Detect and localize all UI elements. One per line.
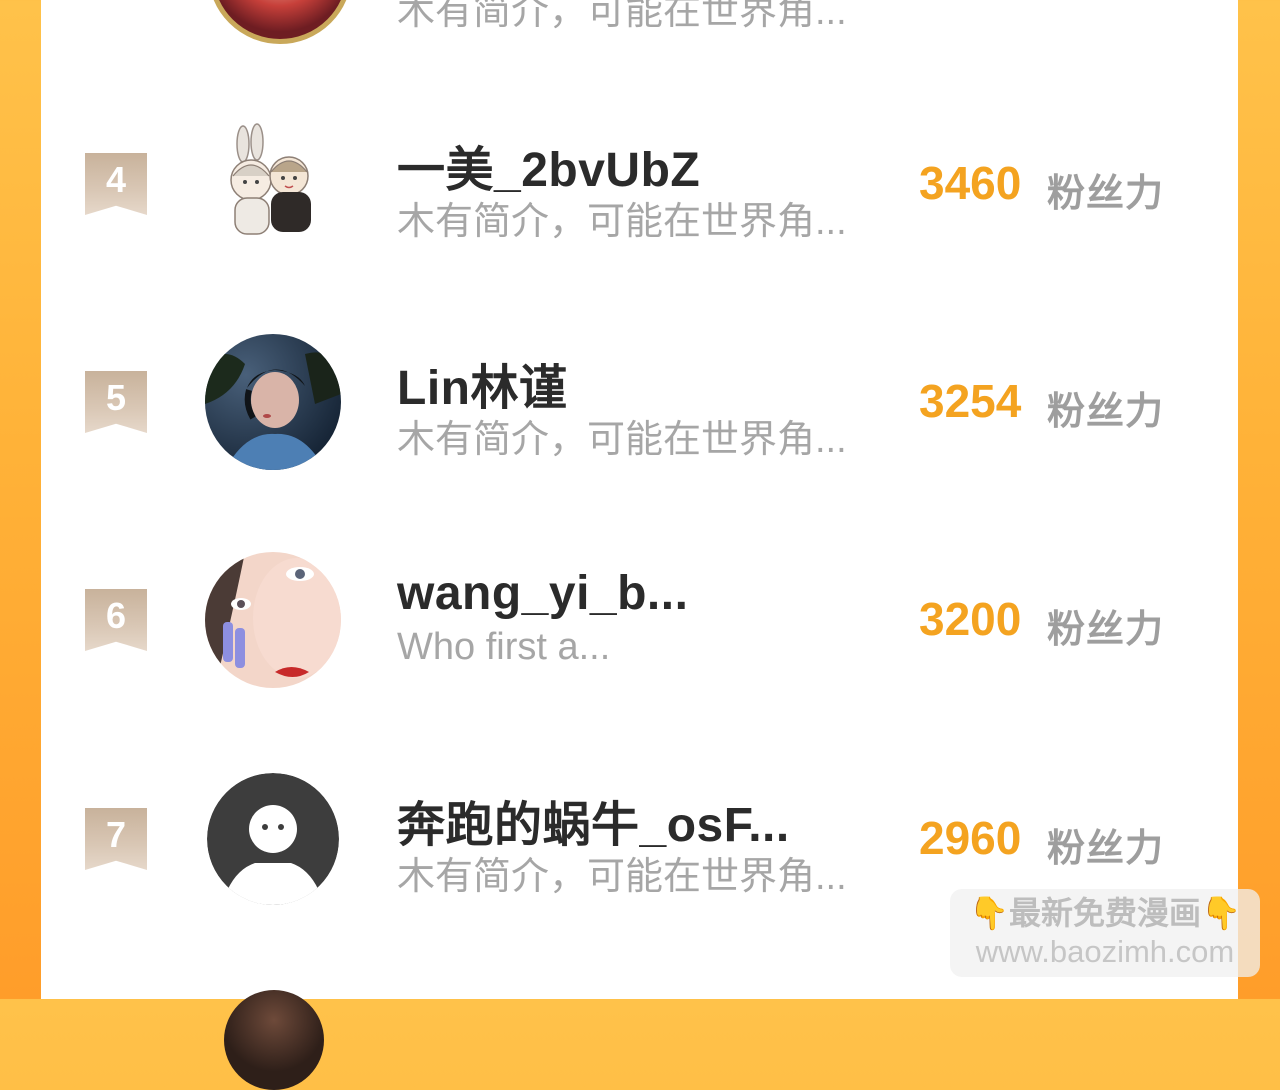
avatar[interactable] <box>205 116 341 252</box>
fan-power-score: 2960 <box>919 812 1022 864</box>
watermark: 👇最新免费漫画👇 www.baozimh.com <box>950 889 1260 977</box>
rank-badge: 5 <box>85 371 147 433</box>
cartoon-couple-avatar-icon <box>205 116 341 252</box>
avatar[interactable] <box>207 773 339 905</box>
photo-avatar-icon <box>205 334 341 470</box>
avatar[interactable] <box>224 990 324 1090</box>
photo-avatar-icon <box>205 552 341 688</box>
ranking-panel: 木有简介，可能在世界角... 4 一美_2bvUbZ 木有简介，可能在世界角..… <box>41 0 1238 1090</box>
list-item[interactable]: 4 一美_2bvUbZ 木有简介，可能在世界角... 3460 粉丝力 <box>41 94 1238 274</box>
rank-badge: 7 <box>85 808 147 870</box>
rank-badge: 6 <box>85 589 147 651</box>
watermark-url: www.baozimh.com <box>975 934 1235 969</box>
list-item-partial-top[interactable]: 木有简介，可能在世界角... <box>41 0 1238 50</box>
avatar[interactable] <box>208 0 352 44</box>
user-bio: 木有简介，可能在世界角... <box>397 856 847 898</box>
fan-power-label: 粉丝力 <box>1047 391 1165 433</box>
rank-badge: 4 <box>85 153 147 215</box>
fan-power-label: 粉丝力 <box>1047 828 1165 870</box>
list-item[interactable]: 5 Lin林谨 木有简介，可能在世界角... 3254 粉丝力 <box>41 312 1238 492</box>
user-bio: Who first a... <box>397 626 611 668</box>
pointing-down-icon: 👇 <box>969 895 1009 931</box>
fan-power-score: 3200 <box>919 593 1022 645</box>
user-name[interactable]: wang_yi_b... <box>397 566 688 621</box>
fan-power-label: 粉丝力 <box>1047 173 1165 215</box>
list-item[interactable]: 6 wang_yi_b... Who first a... 3200 粉丝力 <box>41 530 1238 710</box>
avatar[interactable] <box>205 552 341 688</box>
user-bio: 木有简介，可能在世界角... <box>397 201 847 243</box>
user-bio: 木有简介，可能在世界角... <box>397 419 847 461</box>
avatar[interactable] <box>205 334 341 470</box>
list-item-partial-bottom[interactable] <box>41 985 1238 1090</box>
watermark-line1: 👇最新免费漫画👇 <box>969 895 1241 931</box>
user-bio: 木有简介，可能在世界角... <box>397 0 847 33</box>
fan-power-score: 3254 <box>919 375 1022 427</box>
fan-power-label: 粉丝力 <box>1047 609 1165 651</box>
pointing-down-icon: 👇 <box>1201 895 1241 931</box>
fan-power-score: 3460 <box>919 157 1022 209</box>
default-user-avatar-icon <box>207 773 339 905</box>
